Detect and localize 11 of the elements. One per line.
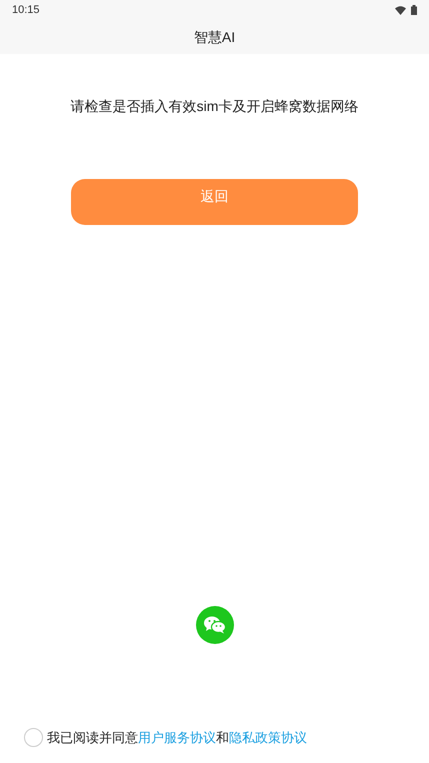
error-message: 请检查是否插入有效sim卡及开启蜂窝数据网络 — [70, 97, 358, 116]
agreement-link[interactable]: 用户服务协议 — [138, 730, 216, 744]
wifi-icon — [395, 6, 406, 14]
wechat-icon[interactable] — [196, 606, 234, 644]
battery-icon — [411, 5, 417, 15]
status-time: 10:15 — [12, 2, 40, 18]
app-title: 智慧AI — [194, 28, 236, 46]
back-button[interactable]: 返回 — [71, 179, 358, 225]
agree-radio[interactable] — [24, 728, 43, 747]
agreement-link[interactable]: 隐私政策协议 — [229, 730, 307, 744]
agreement-text: 我已阅读并同意用户服务协议和隐私政策协议 — [47, 728, 307, 746]
